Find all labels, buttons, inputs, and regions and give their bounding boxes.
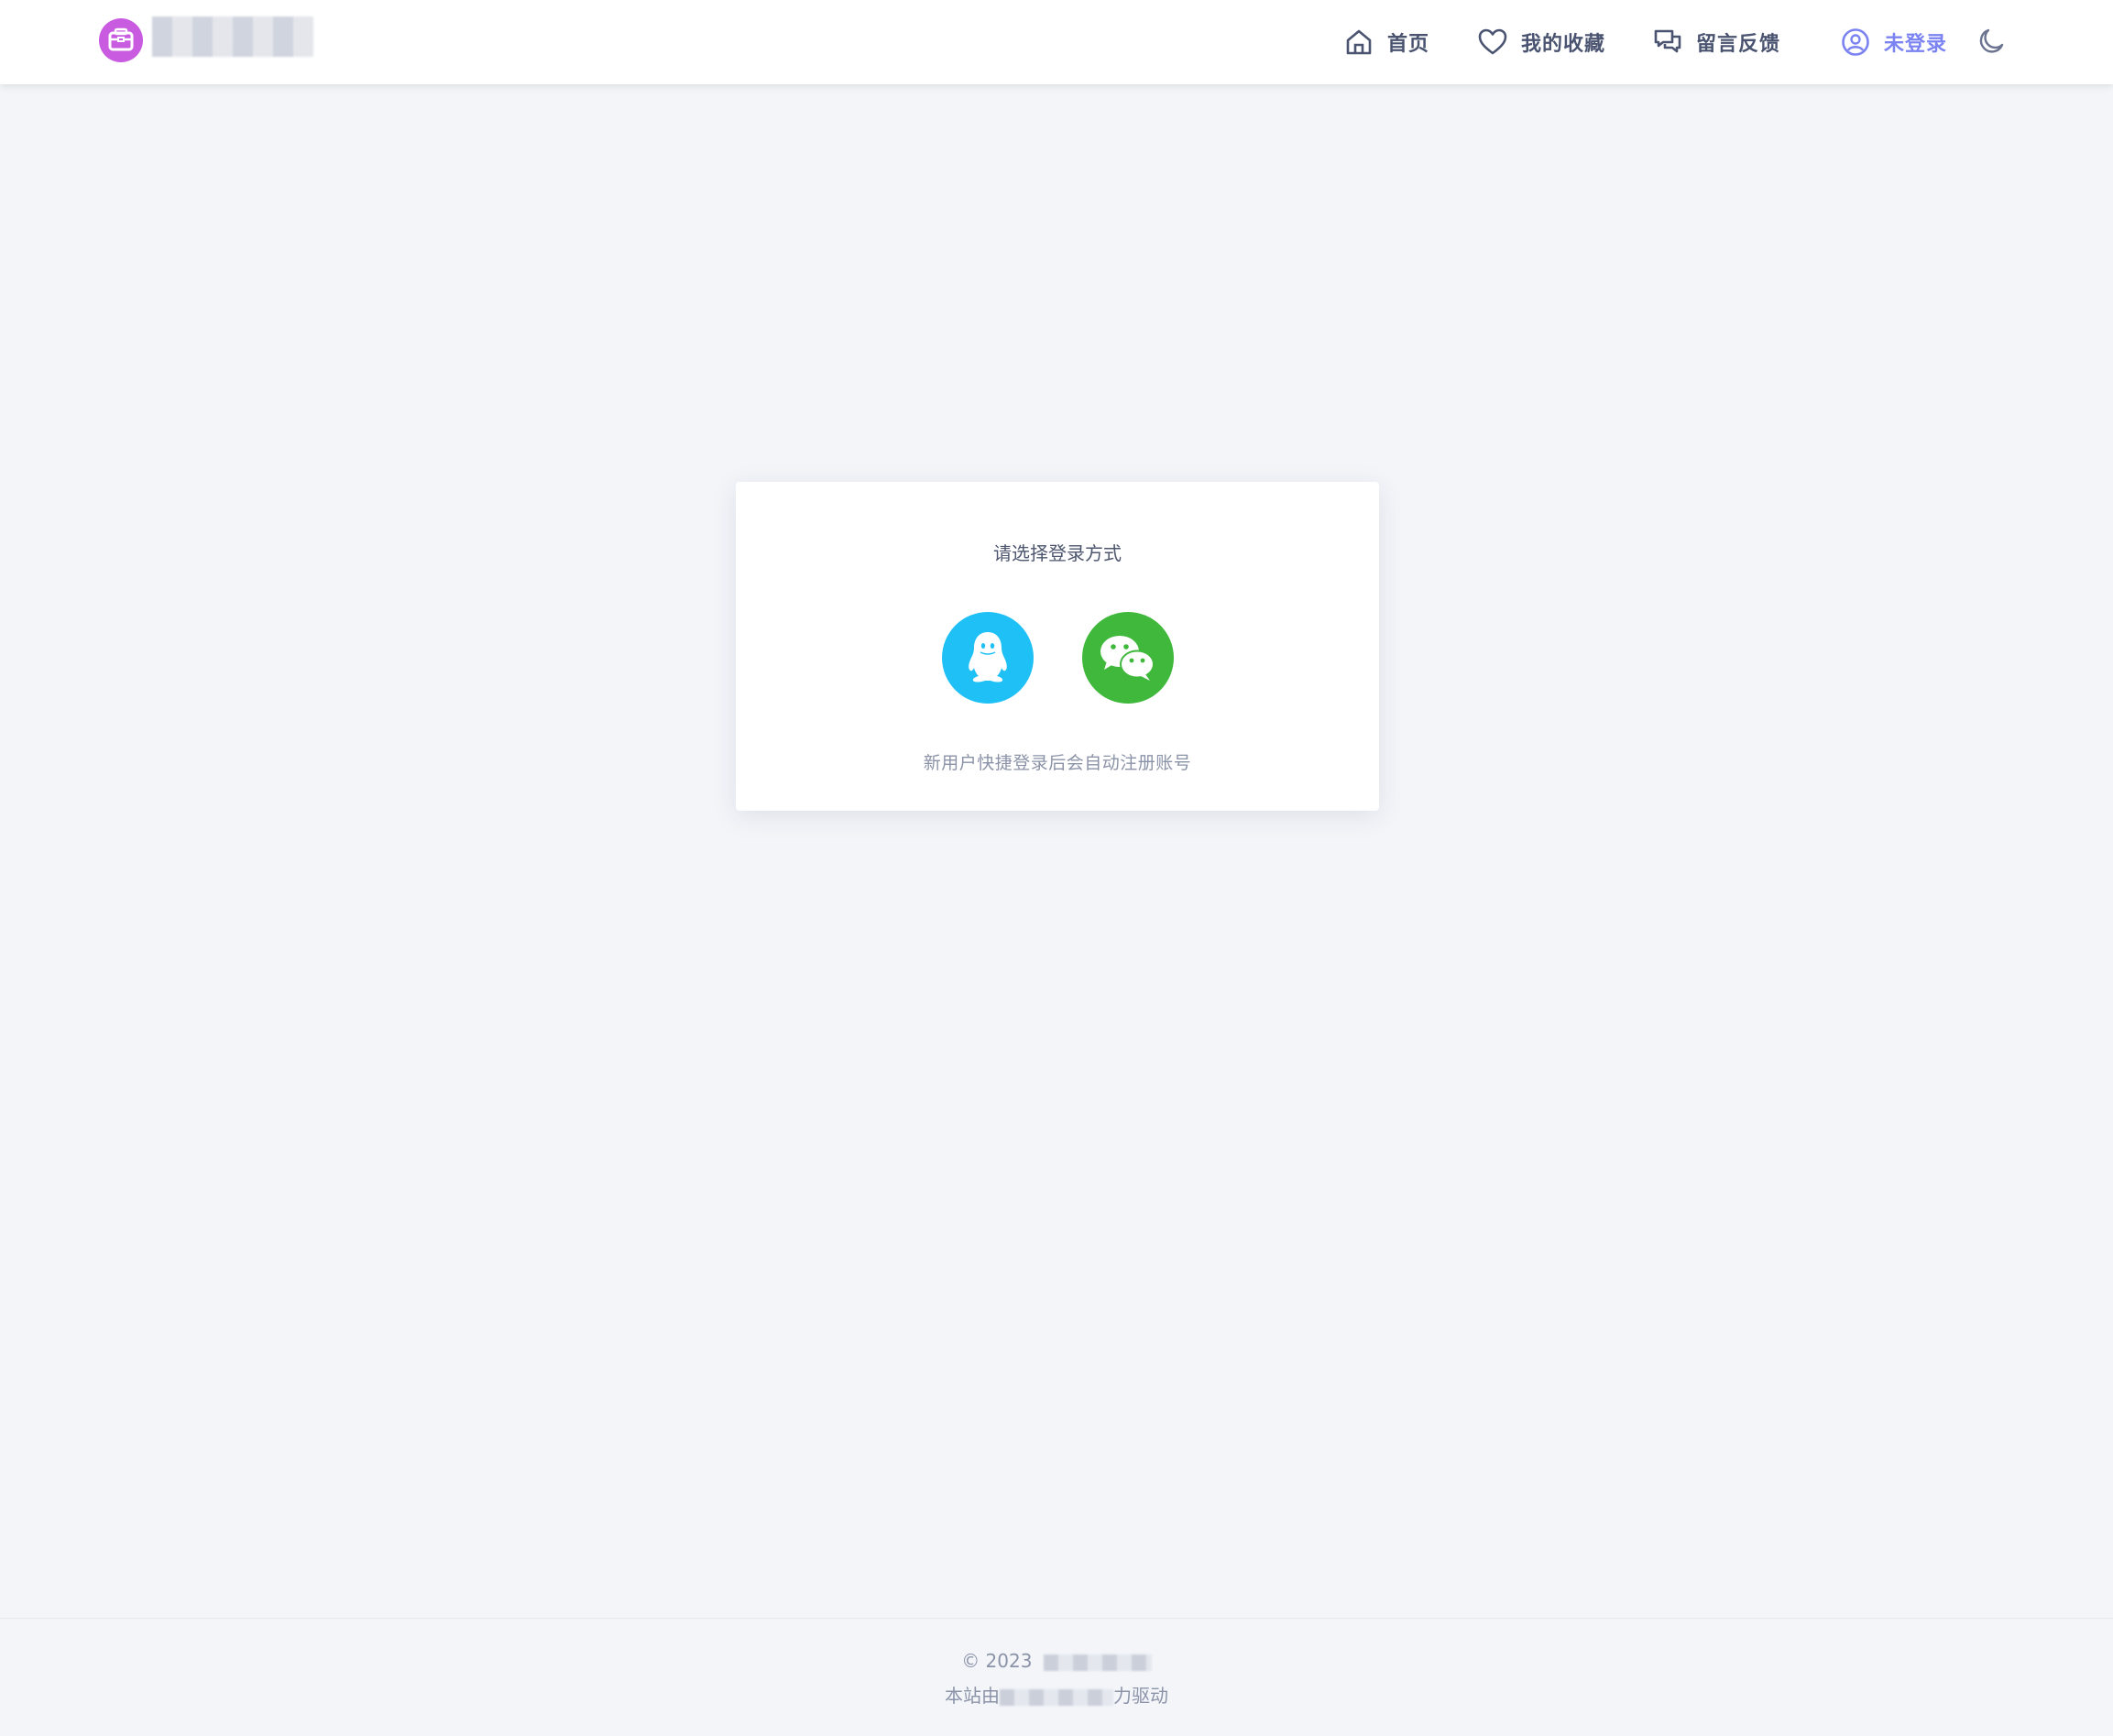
footer-powered-prefix: 本站由	[945, 1685, 1000, 1707]
nav-home-label: 首页	[1387, 33, 1430, 56]
toolbox-logo-icon[interactable]	[99, 18, 143, 62]
footer-provider-redacted[interactable]	[1000, 1688, 1113, 1706]
chat-bubbles-icon	[1654, 29, 1681, 53]
top-header: 首页 我的收藏 留言反馈 未登录	[0, 0, 2113, 84]
login-card: 请选择登录方式 新用户快捷登录后会自动注册账号	[736, 482, 1379, 811]
moon-icon[interactable]	[1976, 26, 2007, 57]
login-tip: 新用户快捷登录后会自动注册账号	[923, 753, 1192, 773]
user-circle-icon	[1842, 28, 1869, 56]
nav-login[interactable]: 未登录	[1840, 24, 1947, 60]
nav-home[interactable]: 首页	[1343, 24, 1429, 60]
heart-icon	[1478, 28, 1507, 55]
nav-feedback-label: 留言反馈	[1696, 33, 1781, 56]
qq-login-button[interactable]	[942, 612, 1034, 704]
wechat-icon	[1100, 636, 1155, 681]
wechat-login-button[interactable]	[1082, 612, 1174, 704]
footer-copyright: © 2023	[0, 1650, 2113, 1672]
footer-powered-by: 本站由 力驱动	[0, 1681, 2113, 1708]
nav-favorites[interactable]: 我的收藏	[1477, 24, 1605, 60]
footer: © 2023 本站由 力驱动	[0, 1618, 2113, 1736]
site-name[interactable]	[152, 16, 313, 57]
footer-copyright-text: © 2023	[961, 1650, 1033, 1672]
home-icon	[1346, 29, 1372, 55]
nav-favorites-label: 我的收藏	[1521, 33, 1606, 56]
nav-login-label: 未登录	[1884, 33, 1948, 56]
footer-site-name-redacted[interactable]	[1043, 1654, 1152, 1671]
footer-powered-suffix: 力驱动	[1113, 1685, 1168, 1707]
qq-penguin-icon	[969, 632, 1007, 682]
login-card-title: 请选择登录方式	[993, 542, 1122, 564]
nav-feedback[interactable]: 留言反馈	[1652, 24, 1780, 60]
